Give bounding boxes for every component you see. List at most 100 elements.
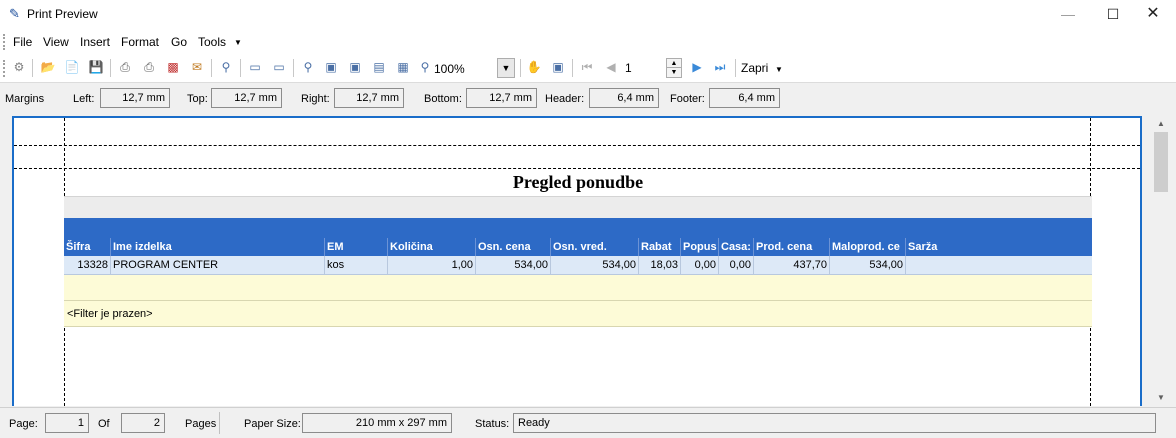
header-margin-label: Header: bbox=[545, 93, 585, 105]
column-header: Osn. cena bbox=[476, 238, 551, 256]
menu-format[interactable]: Format bbox=[121, 35, 159, 49]
zoom-value[interactable]: 100% bbox=[434, 62, 465, 76]
toolbar-separator bbox=[520, 59, 521, 77]
page-spinner[interactable]: ▲ ▼ bbox=[666, 58, 682, 78]
table-cell: PROGRAM CENTER bbox=[111, 256, 325, 275]
bottom-margin-field[interactable]: 12,7 mm bbox=[466, 88, 537, 108]
page-footer-icon[interactable]: ▭ bbox=[270, 58, 288, 76]
close-button[interactable]: ✕ bbox=[1130, 0, 1176, 30]
header-guide-line bbox=[14, 145, 1140, 146]
column-header: Prod. cena bbox=[754, 238, 830, 256]
print-preview-app-icon: ✎ bbox=[9, 6, 20, 21]
menu-tools[interactable]: Tools bbox=[198, 35, 226, 49]
margins-label: Margins bbox=[5, 93, 45, 105]
current-page-field: 1 bbox=[45, 413, 89, 433]
first-page-icon[interactable]: ⏮ bbox=[578, 58, 596, 76]
title-bar: ✎ Print Preview — ☐ ✕ bbox=[0, 0, 1176, 30]
toolbar-overflow-icon[interactable]: ▼ bbox=[775, 65, 783, 74]
toolbar-separator bbox=[735, 59, 736, 77]
column-header: Rabat bbox=[639, 238, 681, 256]
filter-text: <Filter je prazen> bbox=[64, 301, 1092, 327]
preview-page[interactable]: Pregled ponudbe Šifra Ime izdelka EM Kol… bbox=[12, 116, 1142, 406]
margins-bar: Margins Left: 12,7 mm Top: 12,7 mm Right… bbox=[0, 84, 1176, 112]
of-label: Of bbox=[98, 418, 110, 430]
right-margin-label: Right: bbox=[301, 93, 330, 105]
top-margin-label: Top: bbox=[187, 93, 208, 105]
group-band bbox=[64, 196, 1092, 218]
scroll-thumb[interactable] bbox=[1154, 132, 1168, 192]
find-icon[interactable]: ⚲ bbox=[217, 58, 235, 76]
right-margin-field[interactable]: 12,7 mm bbox=[334, 88, 404, 108]
print-icon[interactable]: ⎙ bbox=[116, 58, 134, 76]
minimize-button[interactable]: — bbox=[1045, 0, 1091, 30]
two-pages-icon[interactable]: ▣ bbox=[346, 58, 364, 76]
spin-down-icon[interactable]: ▼ bbox=[667, 68, 681, 77]
toolbar-separator bbox=[110, 59, 111, 77]
save-icon[interactable]: 💾 bbox=[87, 58, 105, 76]
previous-page-icon[interactable]: ◀ bbox=[602, 58, 620, 76]
scroll-up-icon[interactable]: ▲ bbox=[1152, 116, 1170, 132]
export-icon[interactable]: 📄 bbox=[63, 58, 81, 76]
menu-bar: File View Insert Format Go Tools ▼ bbox=[0, 30, 1176, 53]
table-header-row: Šifra Ime izdelka EM Količina Osn. cena … bbox=[64, 238, 1092, 256]
chevron-down-icon[interactable]: ▼ bbox=[497, 58, 515, 78]
vertical-scrollbar[interactable]: ▲ ▼ bbox=[1152, 116, 1170, 406]
bottom-margin-label: Bottom: bbox=[424, 93, 462, 105]
quick-print-icon[interactable]: ⎙ bbox=[140, 58, 158, 76]
scroll-down-icon[interactable]: ▼ bbox=[1152, 390, 1170, 406]
menu-grip[interactable] bbox=[3, 34, 6, 50]
settings-icon[interactable]: ⚙ bbox=[10, 58, 28, 76]
table-cell: 534,00 bbox=[830, 256, 906, 275]
table-cell: 534,00 bbox=[476, 256, 551, 275]
window-title: Print Preview bbox=[27, 7, 98, 21]
magnifier-icon[interactable]: ▣ bbox=[549, 58, 567, 76]
print-preview-window: ✎ Print Preview — ☐ ✕ File View Insert F… bbox=[0, 0, 1176, 438]
page-number-input[interactable]: 1 bbox=[619, 59, 659, 77]
pdf-export-icon[interactable]: ▩ bbox=[164, 58, 182, 76]
toolbar-separator bbox=[240, 59, 241, 77]
toolbar-separator bbox=[572, 59, 573, 77]
column-header-band bbox=[64, 218, 1092, 238]
paper-size-field: 210 mm x 297 mm bbox=[302, 413, 452, 433]
one-page-icon[interactable]: ▣ bbox=[322, 58, 340, 76]
menu-go[interactable]: Go bbox=[171, 35, 187, 49]
table-cell: 437,70 bbox=[754, 256, 830, 275]
close-preview-button[interactable]: Zapri bbox=[741, 61, 768, 75]
zoom-icon[interactable]: ⚲ bbox=[299, 58, 317, 76]
toolbar-separator bbox=[32, 59, 33, 77]
left-margin-field[interactable]: 12,7 mm bbox=[100, 88, 170, 108]
table-cell: 1,00 bbox=[388, 256, 476, 275]
table-row: 13328 PROGRAM CENTER kos 1,00 534,00 534… bbox=[64, 256, 1092, 275]
four-pages-icon[interactable]: ▤ bbox=[370, 58, 388, 76]
table-cell: 0,00 bbox=[719, 256, 754, 275]
table-cell: 0,00 bbox=[681, 256, 719, 275]
toolbar-separator bbox=[293, 59, 294, 77]
toolbar-separator bbox=[211, 59, 212, 77]
open-icon[interactable]: 📂 bbox=[39, 58, 57, 76]
toolbar-grip[interactable] bbox=[3, 60, 6, 77]
next-page-icon[interactable]: ▶ bbox=[688, 58, 706, 76]
status-label: Status: bbox=[475, 418, 510, 430]
top-margin-guide-line bbox=[14, 168, 1140, 169]
menu-overflow-icon[interactable]: ▼ bbox=[234, 38, 242, 47]
pages-label: Pages bbox=[185, 418, 217, 430]
footer-margin-field[interactable]: 6,4 mm bbox=[709, 88, 780, 108]
toolbar: ⚙ 📂 📄 💾 ⎙ ⎙ ▩ ✉ ⚲ ▭ ▭ ⚲ ▣ ▣ ▤ ▦ ⚲ 100% ▼… bbox=[0, 53, 1176, 83]
multiple-pages-icon[interactable]: ▦ bbox=[394, 58, 412, 76]
page-header-icon[interactable]: ▭ bbox=[246, 58, 264, 76]
hand-tool-icon[interactable]: ✋ bbox=[525, 58, 543, 76]
menu-view[interactable]: View bbox=[43, 35, 69, 49]
table-cell: 13328 bbox=[64, 256, 111, 275]
paper-size-label: Paper Size: bbox=[244, 418, 301, 430]
status-field: Ready bbox=[513, 413, 1156, 433]
spin-up-icon[interactable]: ▲ bbox=[667, 59, 681, 68]
menu-insert[interactable]: Insert bbox=[80, 35, 110, 49]
status-separator bbox=[219, 412, 220, 434]
menu-file[interactable]: File bbox=[13, 35, 32, 49]
last-page-icon[interactable]: ⏭ bbox=[711, 58, 729, 76]
email-icon[interactable]: ✉ bbox=[188, 58, 206, 76]
header-margin-field[interactable]: 6,4 mm bbox=[589, 88, 659, 108]
zoom-percent-icon[interactable]: ⚲ bbox=[416, 58, 434, 76]
top-margin-field[interactable]: 12,7 mm bbox=[211, 88, 282, 108]
page-label: Page: bbox=[9, 418, 38, 430]
